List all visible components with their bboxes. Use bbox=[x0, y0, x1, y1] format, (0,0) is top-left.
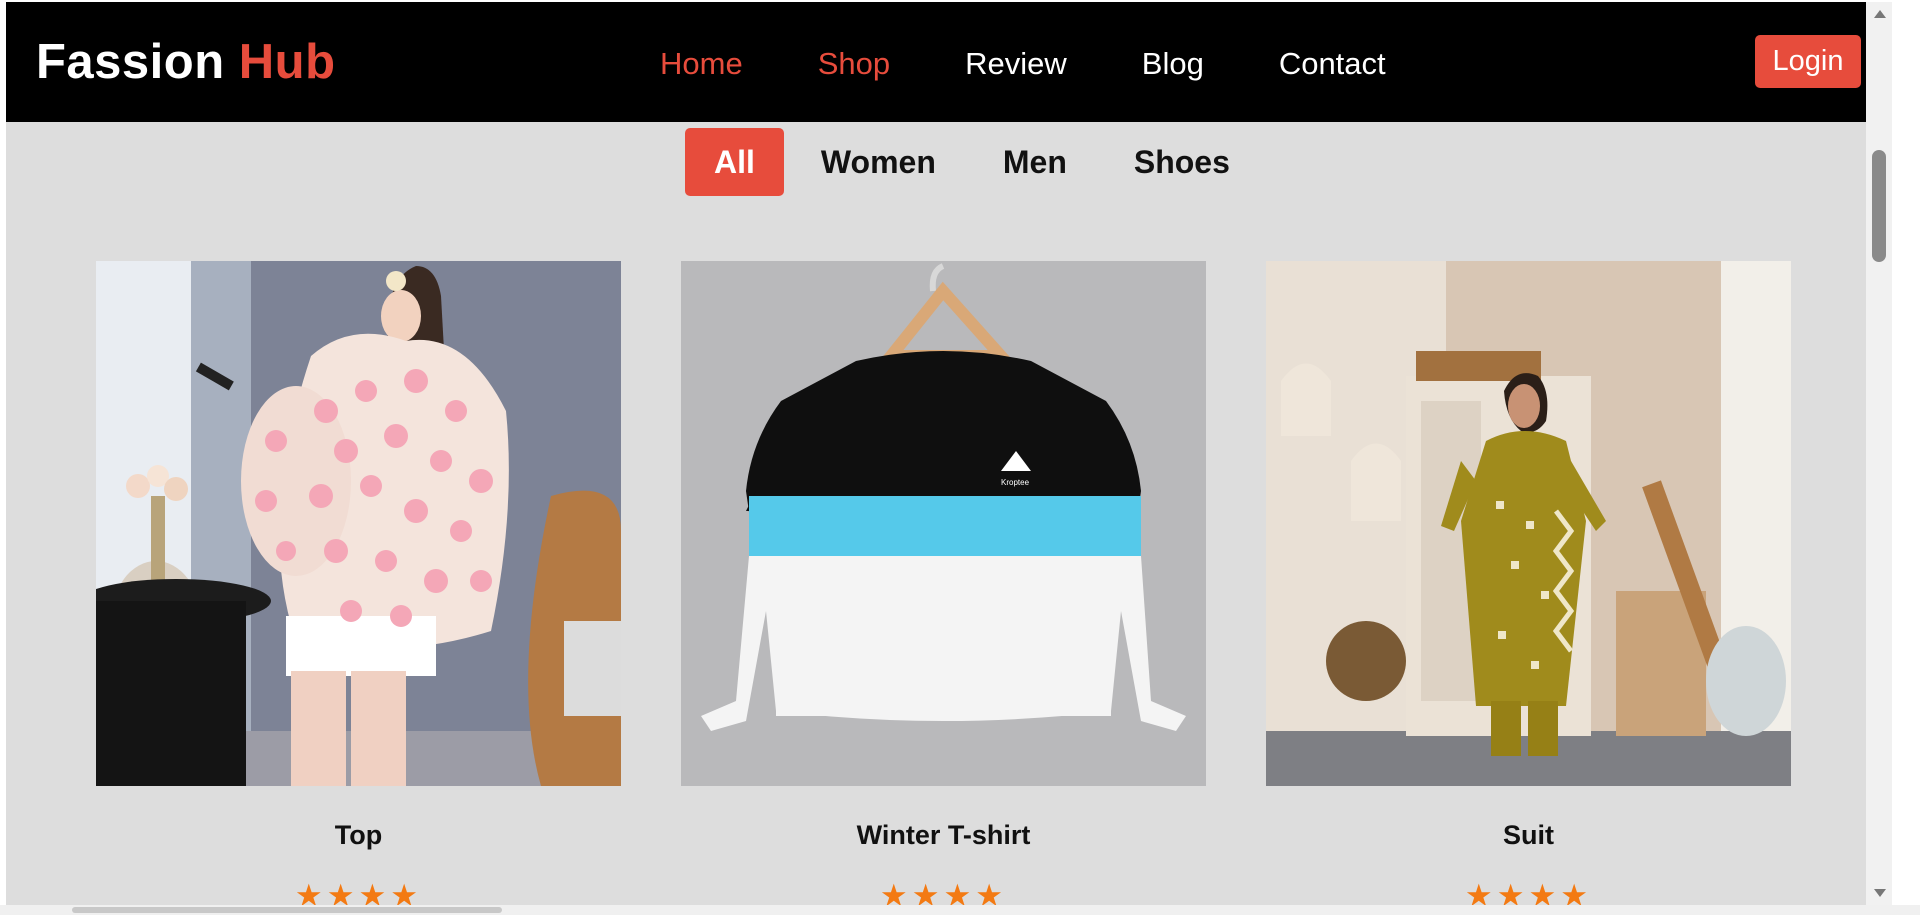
product-image-winter-tshirt[interactable]: Kroptee bbox=[681, 261, 1206, 786]
scroll-thumb[interactable] bbox=[1872, 150, 1886, 262]
product-title: Top bbox=[334, 820, 383, 850]
rating-stars: ★★★★ bbox=[1464, 878, 1593, 905]
site-header: Fassion Hub Home Shop Review Blog Contac… bbox=[6, 2, 1892, 122]
suit-photo bbox=[1266, 261, 1791, 786]
nav-home[interactable]: Home bbox=[660, 46, 743, 82]
scroll-down-arrow-icon[interactable] bbox=[1874, 889, 1886, 897]
nav-blog[interactable]: Blog bbox=[1142, 46, 1204, 82]
filter-men[interactable]: Men bbox=[1003, 128, 1067, 196]
nav-review[interactable]: Review bbox=[965, 46, 1067, 82]
product-card-top[interactable]: Top ★★★★ bbox=[96, 261, 621, 905]
horizontal-scrollbar[interactable] bbox=[0, 905, 1920, 915]
product-title: Suit bbox=[1503, 820, 1554, 850]
horizontal-scroll-thumb[interactable] bbox=[72, 907, 502, 913]
filter-women[interactable]: Women bbox=[821, 128, 936, 196]
main-nav: Home Shop Review Blog Contact bbox=[660, 46, 1461, 82]
filter-all[interactable]: All bbox=[685, 128, 784, 196]
rating-stars: ★★★★ bbox=[879, 878, 1008, 905]
product-title: Winter T-shirt bbox=[856, 820, 1031, 850]
filter-shoes[interactable]: Shoes bbox=[1134, 128, 1230, 196]
brand-logo[interactable]: Fassion Hub bbox=[36, 34, 336, 90]
brand-main: Fassion bbox=[36, 35, 225, 89]
nav-contact[interactable]: Contact bbox=[1279, 46, 1386, 82]
nav-shop[interactable]: Shop bbox=[818, 46, 890, 82]
product-image-top[interactable] bbox=[96, 261, 621, 786]
login-button[interactable]: Login bbox=[1755, 35, 1861, 88]
product-card-winter-tshirt[interactable]: Kroptee Winter T-shirt ★★★★ bbox=[681, 261, 1206, 905]
product-card-suit[interactable]: Suit ★★★★ bbox=[1266, 261, 1791, 905]
svg-text:Kroptee: Kroptee bbox=[1001, 478, 1030, 487]
rating-stars: ★★★★ bbox=[294, 878, 423, 905]
page: Fassion Hub Home Shop Review Blog Contac… bbox=[6, 2, 1892, 905]
product-image-suit[interactable] bbox=[1266, 261, 1791, 786]
brand-accent: Hub bbox=[238, 35, 336, 89]
sweatshirt-photo: Kroptee bbox=[681, 261, 1206, 786]
pink-sweater-photo bbox=[96, 261, 621, 786]
browser-viewport: Fassion Hub Home Shop Review Blog Contac… bbox=[0, 0, 1920, 915]
scroll-up-arrow-icon[interactable] bbox=[1874, 10, 1886, 18]
category-filters: All Women Men Shoes bbox=[685, 128, 1297, 196]
vertical-scrollbar[interactable] bbox=[1866, 2, 1892, 905]
